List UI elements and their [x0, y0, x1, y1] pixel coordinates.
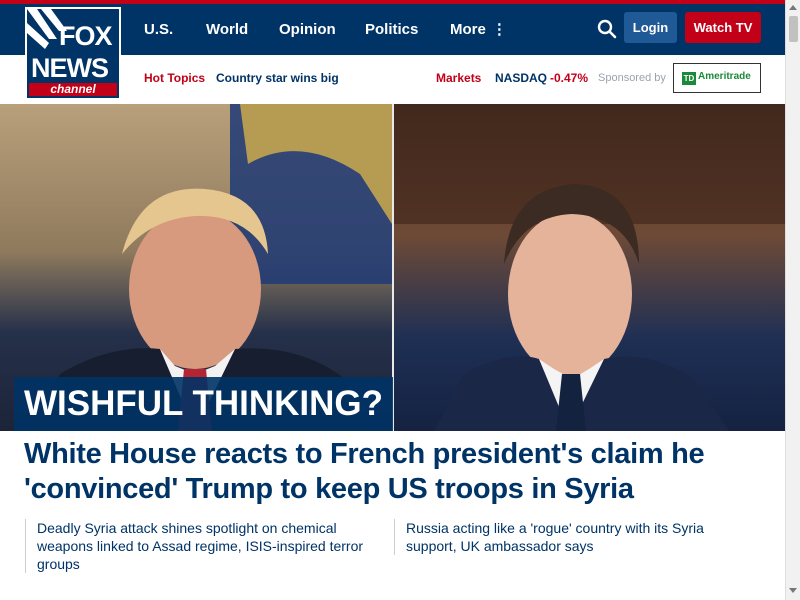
- related-story-2-text: Russia acting like a 'rogue' country wit…: [406, 520, 704, 554]
- nav-world[interactable]: World: [206, 4, 248, 55]
- td-mark: TD: [682, 72, 696, 85]
- logo-fox-text: FOX: [59, 21, 113, 51]
- ameritrade-sponsor-logo[interactable]: TD Ameritrade: [673, 63, 761, 93]
- person-right-illustration: [394, 104, 785, 431]
- login-button[interactable]: Login: [624, 12, 677, 43]
- markets-link[interactable]: Markets: [436, 64, 481, 92]
- ameritrade-text: Ameritrade: [698, 71, 751, 82]
- related-divider: [394, 519, 395, 555]
- hero-photo-right: [394, 104, 785, 431]
- related-story-1[interactable]: Deadly Syria attack shines spotlight on …: [25, 519, 372, 573]
- watch-tv-button[interactable]: Watch TV: [685, 12, 761, 43]
- logo-news-text: NEWS: [31, 53, 109, 83]
- nav-us[interactable]: U.S.: [144, 4, 173, 55]
- nasdaq-change: -0.47%: [550, 71, 589, 85]
- vertical-dots-icon: ⋮: [491, 21, 507, 38]
- nav-more-label: More: [450, 21, 486, 38]
- main-headline[interactable]: White House reacts to French president's…: [24, 437, 764, 507]
- sponsored-by-label: Sponsored by: [598, 72, 666, 84]
- hero-kicker[interactable]: WISHFUL THINKING?: [14, 377, 394, 431]
- hot-topics-label[interactable]: Hot Topics: [144, 64, 205, 92]
- related-divider: [25, 519, 26, 573]
- related-story-1-text: Deadly Syria attack shines spotlight on …: [37, 520, 364, 572]
- search-icon[interactable]: [596, 18, 618, 40]
- scrollbar-thumb[interactable]: [789, 16, 798, 42]
- fox-news-logo[interactable]: FOX NEWS channel: [25, 7, 121, 100]
- page-scrollbar[interactable]: [785, 0, 800, 600]
- trending-topic-link[interactable]: Country star wins big: [216, 64, 339, 92]
- logo-channel-text: channel: [29, 83, 117, 96]
- nav-more[interactable]: More ⋮: [450, 4, 507, 55]
- scroll-up-icon[interactable]: [789, 5, 797, 10]
- related-story-2[interactable]: Russia acting like a 'rogue' country wit…: [394, 519, 746, 555]
- nav-opinion[interactable]: Opinion: [279, 4, 336, 55]
- hero-image[interactable]: WISHFUL THINKING?: [0, 104, 785, 431]
- scroll-down-icon[interactable]: [789, 588, 797, 593]
- nasdaq-label: NASDAQ: [495, 71, 548, 85]
- nav-politics[interactable]: Politics: [365, 4, 418, 55]
